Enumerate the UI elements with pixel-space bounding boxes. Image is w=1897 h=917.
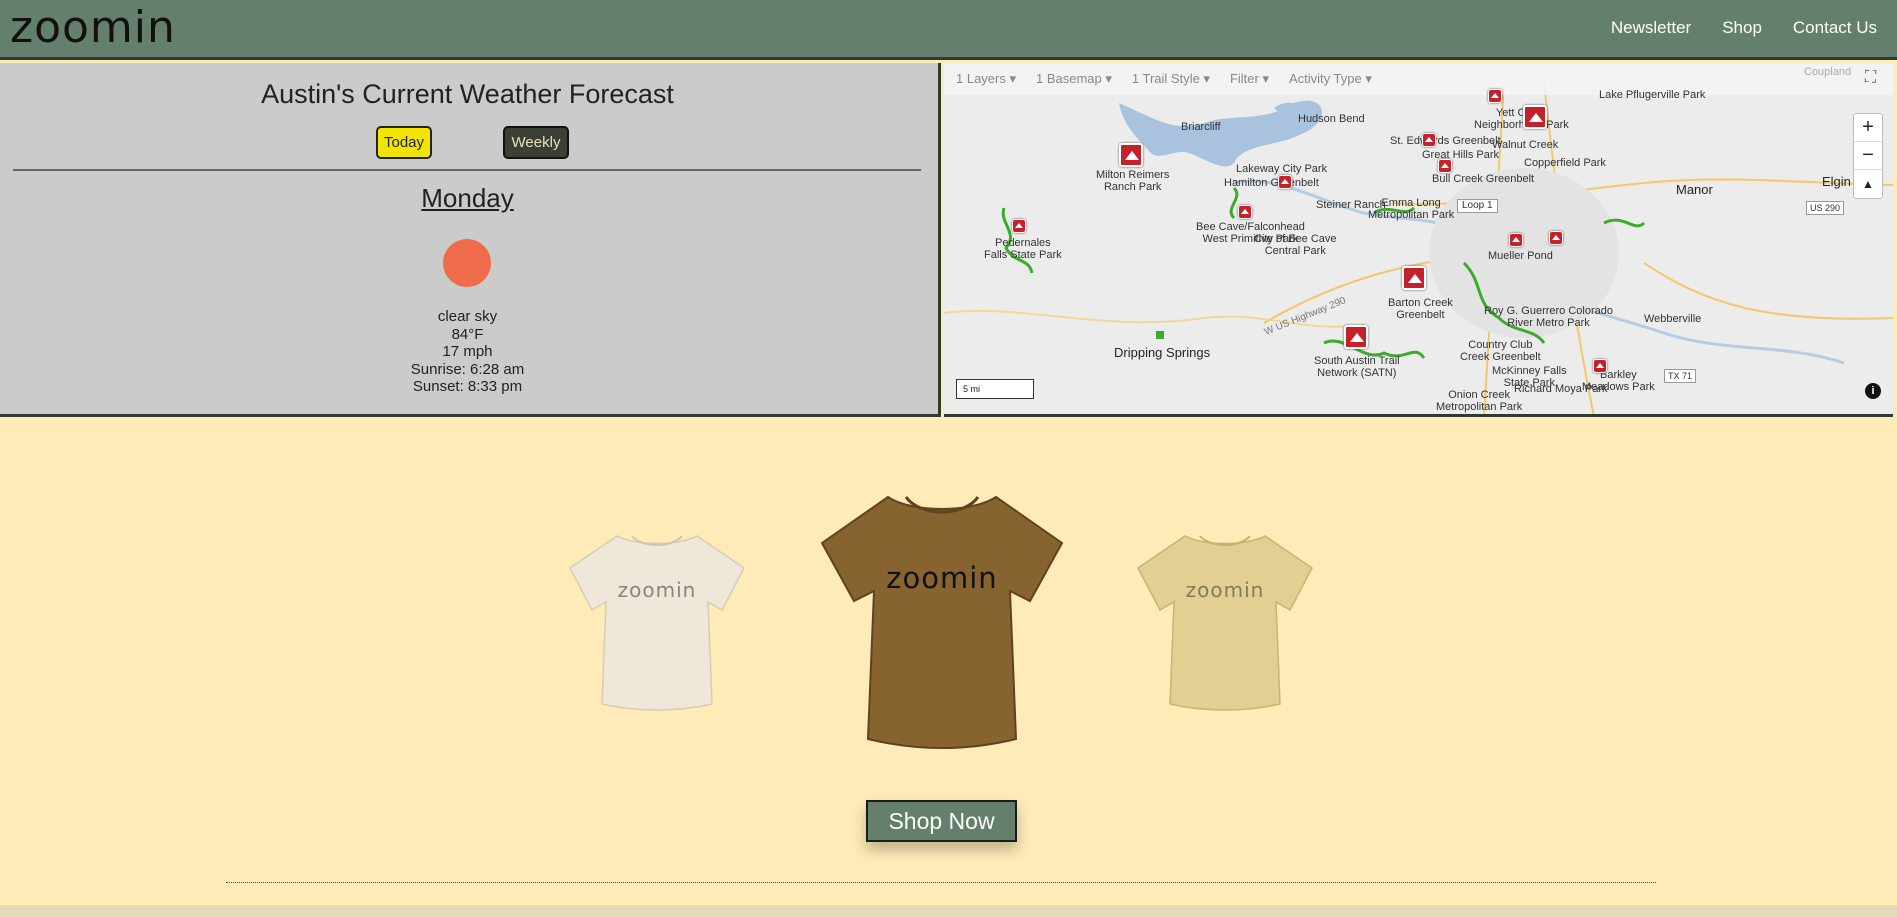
- main-nav: Newsletter Shop Contact Us: [1611, 18, 1877, 38]
- site-header: zoomin Newsletter Shop Contact Us: [0, 0, 1897, 60]
- nav-contact-link[interactable]: Contact Us: [1793, 18, 1877, 38]
- weather-sunrise: Sunrise: 6:28 am: [410, 360, 525, 378]
- map-label-loop1: Loop 1: [1457, 199, 1498, 213]
- zoom-controls: + − ▲: [1853, 113, 1883, 199]
- map-label-emma-long: Emma Long Metropolitan Park: [1368, 197, 1455, 221]
- zoom-out-button[interactable]: −: [1854, 142, 1882, 170]
- map-label-country-club: Country Club Creek Greenbelt: [1460, 339, 1541, 363]
- map-label-briarcliff: Briarcliff: [1181, 121, 1221, 133]
- weather-day: Monday: [421, 183, 514, 213]
- map-label-webberville: Webberville: [1644, 313, 1702, 325]
- section-divider: [226, 882, 1656, 883]
- park-pin-marker[interactable]: [1238, 205, 1252, 219]
- map-label-roy-guerrero: Roy G. Guerrero Colorado River Metro Park: [1484, 305, 1613, 329]
- brown-tshirt-print: zoomin: [886, 561, 998, 595]
- map-label-pedernales: Pedernales Falls State Park: [984, 237, 1062, 261]
- weather-sunset: Sunset: 8:33 pm: [412, 378, 523, 395]
- map-label-yett-creek: Yett Creek Neighborhood Park: [1474, 107, 1569, 131]
- weekly-button[interactable]: Weekly: [503, 126, 569, 159]
- park-pin-marker[interactable]: [1422, 133, 1436, 147]
- activity-type-dropdown[interactable]: Activity Type ▾: [1289, 71, 1372, 87]
- map-scale: 5 mi: [956, 379, 1034, 399]
- filter-dropdown[interactable]: Filter ▾: [1230, 71, 1269, 87]
- map-label-hudson-bend: Hudson Bend: [1298, 113, 1365, 125]
- park-pin-marker[interactable]: [1119, 143, 1143, 167]
- map-label-onion-creek: Onion Creek Metropolitan Park: [1436, 389, 1523, 413]
- brown-tshirt-icon: [820, 495, 1064, 749]
- fullscreen-icon[interactable]: ⛶: [1865, 69, 1885, 89]
- map-label-lakeway: Lakeway City Park: [1236, 163, 1328, 175]
- map-label-barton: Barton Creek Greenbelt: [1388, 297, 1453, 321]
- map-label-bull-creek: Bull Creek Greenbelt: [1432, 173, 1535, 185]
- park-pin-marker[interactable]: [1549, 231, 1563, 245]
- layers-dropdown[interactable]: 1 Layers ▾: [956, 71, 1016, 87]
- park-pin-marker[interactable]: [1402, 266, 1426, 290]
- weather-condition: clear sky: [437, 308, 498, 325]
- footer-strip: [0, 905, 1897, 917]
- park-pin-marker[interactable]: [1012, 219, 1026, 233]
- tan-tshirt-icon: [1137, 535, 1313, 711]
- map-label-lake-pflugerville: Lake Pflugerville Park: [1599, 89, 1706, 101]
- info-icon[interactable]: i: [1865, 383, 1881, 399]
- park-pin-marker[interactable]: [1344, 325, 1368, 349]
- park-pin-marker[interactable]: [1488, 89, 1502, 103]
- today-button[interactable]: Today: [376, 126, 432, 159]
- map-label-richard-moya: Richard Moya Park: [1514, 383, 1608, 395]
- weather-panel: Austin's Current Weather Forecast Today …: [0, 63, 941, 417]
- weather-details: clear sky 84°F 17 mph Sunrise: 6:28 am S…: [0, 308, 935, 396]
- cream-tshirt[interactable]: zoomin: [562, 524, 752, 714]
- map-label-milton: Milton Reimers Ranch Park: [1096, 169, 1170, 193]
- map-label-st-edwards: St. Edwards Greenbelt: [1390, 135, 1501, 147]
- cream-tshirt-icon: [569, 535, 745, 711]
- park-pin-marker[interactable]: [1593, 359, 1607, 373]
- cream-tshirt-print: zoomin: [617, 578, 697, 602]
- map-label-copperfield: Copperfield Park: [1524, 157, 1606, 169]
- map-label-walnut: Walnut Creek: [1492, 139, 1559, 151]
- map-label-great-hills: Great Hills Park: [1422, 149, 1500, 161]
- map-label-elgin: Elgin: [1822, 174, 1851, 189]
- sun-icon: [443, 239, 491, 287]
- shop-now-button[interactable]: Shop Now: [866, 800, 1017, 842]
- weather-divider: [13, 169, 921, 171]
- nav-newsletter-link[interactable]: Newsletter: [1611, 18, 1691, 38]
- weather-temperature: 84°F: [451, 325, 484, 343]
- trail-style-dropdown[interactable]: 1 Trail Style ▾: [1132, 71, 1210, 87]
- weather-wind: 17 mph: [442, 343, 493, 360]
- nav-shop-link[interactable]: Shop: [1722, 18, 1762, 38]
- map-background: [944, 63, 1893, 414]
- site-logo[interactable]: zoomin: [10, 2, 176, 53]
- park-pin-marker[interactable]: [1278, 175, 1292, 189]
- brown-tshirt[interactable]: zoomin: [812, 487, 1072, 751]
- map-label-city-bee-cave: City of Bee Cave Central Park: [1254, 233, 1337, 257]
- map-label-tx71: TX 71: [1664, 369, 1697, 383]
- park-pin-marker[interactable]: [1523, 105, 1547, 129]
- map-label-coupland: Coupland: [1804, 66, 1852, 78]
- weather-title: Austin's Current Weather Forecast: [261, 79, 674, 109]
- map-label-us290: US 290: [1806, 201, 1845, 215]
- trail-map[interactable]: 1 Layers ▾ 1 Basemap ▾ 1 Trail Style ▾ F…: [944, 63, 1893, 417]
- tan-tshirt-print: zoomin: [1185, 578, 1265, 602]
- basemap-dropdown[interactable]: 1 Basemap ▾: [1036, 71, 1112, 87]
- compass-icon[interactable]: ▲: [1854, 170, 1882, 198]
- map-label-hamilton: Hamilton Greenbelt: [1224, 177, 1319, 189]
- map-label-dripping-springs: Dripping Springs: [1114, 345, 1211, 360]
- park-pin-marker[interactable]: [1438, 159, 1452, 173]
- map-label-satn: South Austin Trail Network (SATN): [1314, 355, 1400, 379]
- tan-tshirt[interactable]: zoomin: [1130, 524, 1320, 714]
- zoom-in-button[interactable]: +: [1854, 114, 1882, 142]
- map-toolbar: 1 Layers ▾ 1 Basemap ▾ 1 Trail Style ▾ F…: [944, 63, 1893, 95]
- map-label-mueller: Mueller Pond: [1488, 250, 1553, 262]
- park-pin-marker[interactable]: [1509, 233, 1523, 247]
- map-label-manor: Manor: [1676, 182, 1713, 197]
